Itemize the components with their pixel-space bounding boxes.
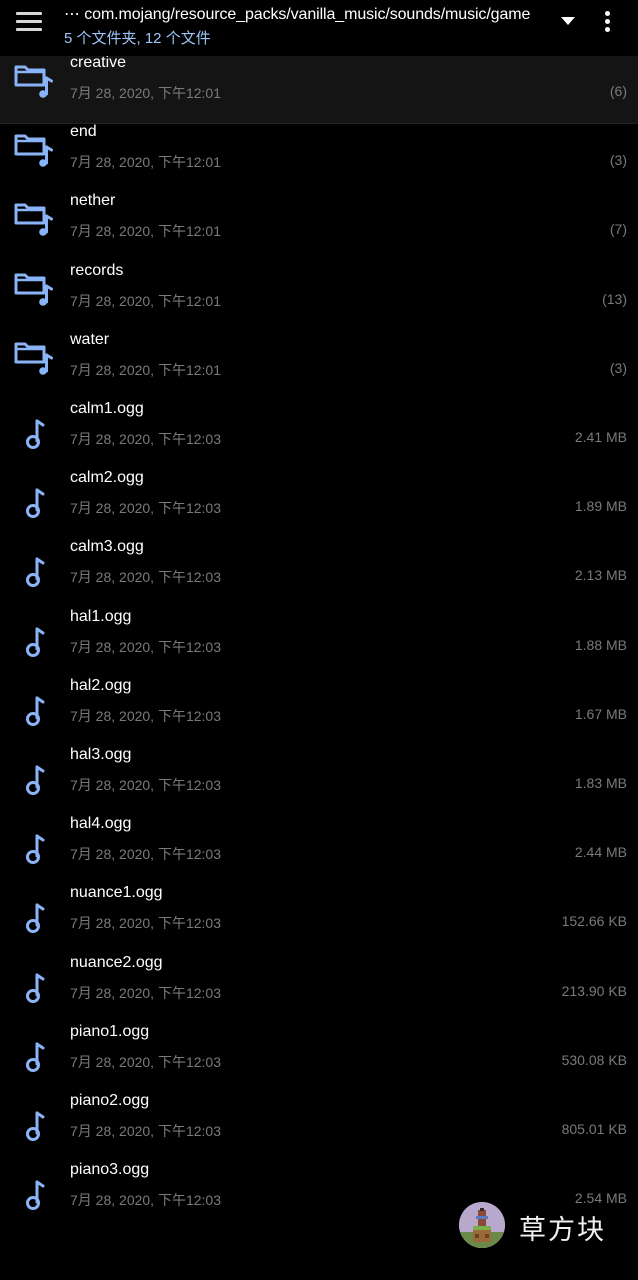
item-count: (7) — [609, 221, 627, 238]
file-size: 213.90 KB — [561, 982, 627, 999]
file-row[interactable]: hal3.ogg 7月 28, 2020, 下午12:03 1.83 MB — [0, 746, 638, 815]
item-name: hal3.ogg — [70, 746, 132, 763]
file-size: 2.13 MB — [574, 567, 627, 584]
item-count: (3) — [609, 359, 627, 376]
item-date: 7月 28, 2020, 下午12:01 — [70, 154, 221, 171]
file-size: 1.83 MB — [574, 775, 627, 791]
item-name: hal1.ogg — [70, 607, 132, 625]
item-name: records — [70, 261, 124, 279]
file-manager-app: ⋯ com.mojang/resource_packs/vanilla_musi… — [0, 0, 638, 1280]
folder-music-icon — [12, 58, 54, 100]
music-note-icon — [14, 481, 56, 523]
file-row[interactable]: piano2.ogg 7月 28, 2020, 下午12:03 805.01 KB — [0, 1092, 638, 1161]
item-name: hal2.ogg — [70, 676, 132, 694]
file-size: 2.41 MB — [574, 429, 627, 445]
file-row[interactable]: nuance2.ogg 7月 28, 2020, 下午12:03 213.90 KB — [0, 954, 638, 1023]
item-name: nuance2.ogg — [70, 953, 163, 971]
item-name: creative — [70, 56, 127, 71]
item-date: 7月 28, 2020, 下午12:03 — [70, 431, 221, 447]
item-name: hal4.ogg — [70, 815, 132, 833]
file-row[interactable]: nuance1.ogg 7月 28, 2020, 下午12:03 152.66 KB — [0, 884, 638, 953]
item-date: 7月 28, 2020, 下午12:03 — [70, 1123, 221, 1139]
item-date: 7月 28, 2020, 下午12:03 — [70, 707, 221, 724]
item-date: 7月 28, 2020, 下午12:03 — [70, 638, 221, 655]
file-size: 1.89 MB — [574, 498, 627, 515]
folder-row[interactable]: end 7月 28, 2020, 下午12:01 (3) — [0, 123, 638, 192]
watermark-text: 草方块 — [519, 1215, 606, 1246]
folder-music-icon — [12, 127, 54, 169]
more-options-icon[interactable] — [597, 8, 617, 36]
music-note-icon — [14, 896, 56, 938]
file-row[interactable]: calm3.ogg 7月 28, 2020, 下午12:03 2.13 MB — [0, 538, 638, 607]
item-date: 7月 28, 2020, 下午12:03 — [70, 915, 221, 932]
item-count: (6) — [609, 83, 627, 99]
folder-music-icon — [12, 196, 54, 238]
music-note-icon — [14, 1104, 56, 1146]
music-note-icon — [14, 1173, 56, 1215]
item-date: 7月 28, 2020, 下午12:03 — [70, 500, 221, 517]
file-size: 1.88 MB — [574, 636, 627, 653]
path-dropdown-icon[interactable] — [559, 14, 577, 28]
item-name: nuance1.ogg — [70, 884, 163, 902]
file-row[interactable]: calm2.ogg 7月 28, 2020, 下午12:03 1.89 MB — [0, 469, 638, 538]
file-size: 530.08 KB — [561, 1051, 627, 1068]
folder-file-count: 5 个文件夹, 12 个文件 — [64, 30, 211, 47]
music-note-icon — [14, 689, 56, 731]
item-date: 7月 28, 2020, 下午12:01 — [70, 223, 221, 240]
folder-row[interactable]: records 7月 28, 2020, 下午12:01 (13) — [0, 262, 638, 331]
music-note-icon — [14, 758, 56, 800]
file-row[interactable]: calm1.ogg 7月 28, 2020, 下午12:03 2.41 MB — [0, 400, 638, 469]
item-date: 7月 28, 2020, 下午12:03 — [70, 1053, 221, 1070]
file-row[interactable]: hal2.ogg 7月 28, 2020, 下午12:03 1.67 MB — [0, 677, 638, 746]
music-note-icon — [14, 620, 56, 662]
item-name: piano3.ogg — [70, 1161, 150, 1179]
watermark-logo — [459, 1202, 505, 1248]
watermark: 草方块 — [459, 1200, 619, 1250]
file-row[interactable]: hal4.ogg 7月 28, 2020, 下午12:03 2.44 MB — [0, 815, 638, 884]
music-note-icon — [14, 966, 56, 1008]
file-size: 1.67 MB — [574, 705, 627, 722]
file-size: 2.44 MB — [574, 844, 627, 861]
item-count: (13) — [602, 290, 627, 307]
item-name: end — [70, 123, 97, 141]
file-list: creative 7月 28, 2020, 下午12:01 (6) end 7月 28,… — [0, 56, 638, 1280]
item-name: piano1.ogg — [70, 1022, 150, 1040]
item-date: 7月 28, 2020, 下午12:03 — [70, 846, 221, 863]
item-count: (3) — [609, 152, 627, 169]
file-size: 805.01 KB — [561, 1121, 627, 1137]
item-date: 7月 28, 2020, 下午12:01 — [70, 361, 221, 378]
folder-row[interactable]: creative 7月 28, 2020, 下午12:01 (6) — [0, 56, 638, 124]
folder-music-icon — [12, 266, 54, 308]
hamburger-menu-icon[interactable] — [14, 10, 44, 32]
item-name: calm2.ogg — [70, 469, 144, 487]
file-size: 152.66 KB — [561, 913, 627, 930]
item-name: calm3.ogg — [70, 538, 144, 556]
item-name: calm1.ogg — [70, 400, 144, 417]
music-note-icon — [14, 1035, 56, 1077]
item-name: water — [70, 330, 110, 348]
music-note-icon — [14, 550, 56, 592]
file-row[interactable]: hal1.ogg 7月 28, 2020, 下午12:03 1.88 MB — [0, 608, 638, 677]
item-name: nether — [70, 192, 116, 210]
music-note-icon — [14, 827, 56, 869]
item-date: 7月 28, 2020, 下午12:01 — [70, 292, 221, 309]
item-date: 7月 28, 2020, 下午12:03 — [70, 777, 221, 793]
file-row[interactable]: piano1.ogg 7月 28, 2020, 下午12:03 530.08 KB — [0, 1023, 638, 1092]
folder-row[interactable]: nether 7月 28, 2020, 下午12:01 (7) — [0, 192, 638, 261]
item-name: piano2.ogg — [70, 1092, 150, 1109]
folder-row[interactable]: water 7月 28, 2020, 下午12:01 (3) — [0, 331, 638, 400]
music-note-icon — [14, 412, 56, 454]
app-header: ⋯ com.mojang/resource_packs/vanilla_musi… — [0, 0, 638, 56]
item-date: 7月 28, 2020, 下午12:03 — [70, 569, 221, 586]
folder-music-icon — [12, 335, 54, 377]
item-date: 7月 28, 2020, 下午12:03 — [70, 1192, 221, 1209]
item-date: 7月 28, 2020, 下午12:01 — [70, 85, 221, 101]
item-date: 7月 28, 2020, 下午12:03 — [70, 984, 221, 1001]
current-path[interactable]: ⋯ com.mojang/resource_packs/vanilla_musi… — [64, 4, 552, 24]
